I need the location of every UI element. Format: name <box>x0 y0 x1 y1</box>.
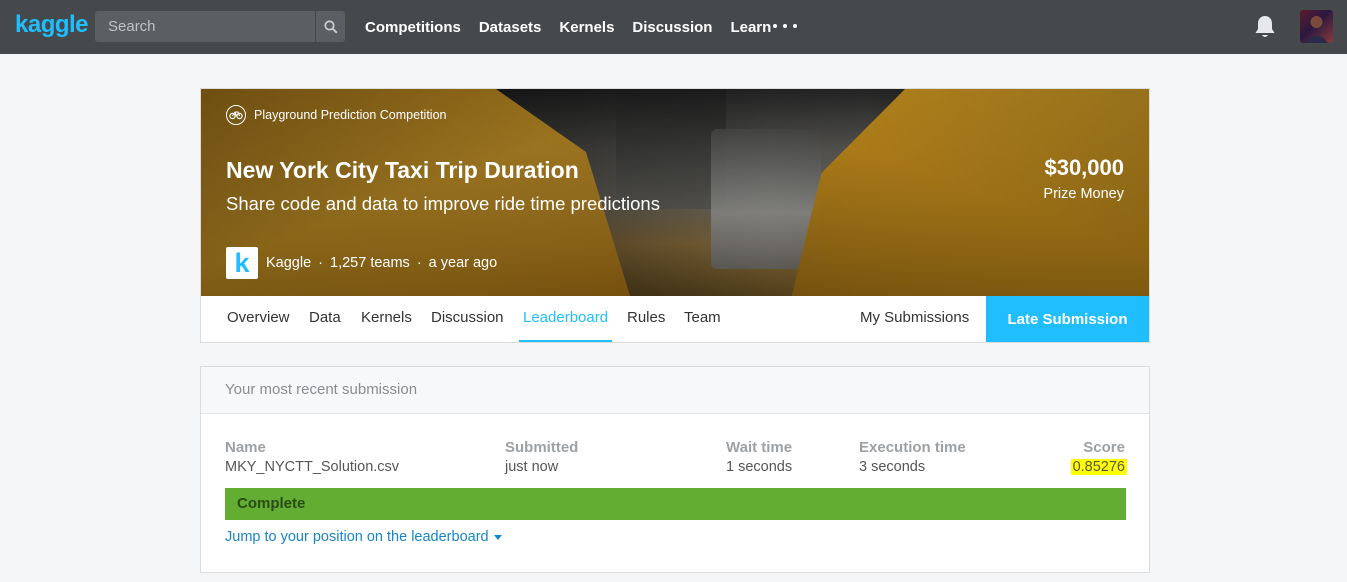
ellipsis-icon[interactable] <box>773 16 797 36</box>
card-title: Your most recent submission <box>225 381 418 398</box>
nav-link-discussion[interactable]: Discussion <box>632 19 712 36</box>
my-submissions-link[interactable]: My Submissions <box>860 296 969 342</box>
card-header: Your most recent submission <box>201 367 1149 414</box>
search-box[interactable] <box>95 11 345 42</box>
jump-link-label[interactable]: Jump to your position on the leaderboard <box>225 529 489 545</box>
submission-score: 0.85276 <box>1070 459 1127 475</box>
late-submission-button[interactable]: Late Submission <box>986 296 1149 342</box>
tab-kernels[interactable]: Kernels <box>361 296 412 342</box>
team-count[interactable]: 1,257 teams <box>330 255 410 271</box>
nav-link-kernels[interactable]: Kernels <box>559 19 614 36</box>
competition-tabs: Overview Data Kernels Discussion Leaderb… <box>201 296 1149 342</box>
bell-icon[interactable] <box>1253 14 1277 40</box>
prize-amount: $30,000 <box>1044 155 1124 180</box>
competition-subtitle: Share code and data to improve ride time… <box>226 193 660 214</box>
nav-link-learn[interactable]: Learn <box>730 19 771 36</box>
host-logo[interactable]: k <box>226 247 258 279</box>
competition-type: Playground Prediction Competition <box>226 105 446 125</box>
search-button[interactable] <box>315 11 345 42</box>
column-header-name: Name <box>225 439 266 456</box>
prize-label: Prize Money <box>1043 186 1124 202</box>
submission-wait-time: 1 seconds <box>726 459 793 475</box>
column-header-wait-time: Wait time <box>726 439 793 456</box>
recent-submission-card: Your most recent submission Name Submitt… <box>200 366 1150 573</box>
competition-title: New York City Taxi Trip Duration <box>226 157 579 183</box>
bicycle-icon <box>226 105 246 125</box>
main-nav-links: Competitions Datasets Kernels Discussion… <box>365 0 789 54</box>
tab-discussion[interactable]: Discussion <box>431 296 504 342</box>
nav-link-datasets[interactable]: Datasets <box>479 19 542 36</box>
host-info: k Kaggle · 1,257 teams · a year ago <box>226 247 497 279</box>
host-name[interactable]: Kaggle <box>266 255 311 271</box>
competition-type-label: Playground Prediction Competition <box>254 108 447 122</box>
status-label: Complete <box>237 495 306 512</box>
tab-rules[interactable]: Rules <box>627 296 665 342</box>
competition-age: a year ago <box>428 255 498 271</box>
column-header-score: Score <box>1083 439 1125 456</box>
jump-to-leaderboard-link[interactable]: Jump to your position on the leaderboard <box>225 529 502 545</box>
submission-time: just now <box>505 459 559 475</box>
column-header-execution-time: Execution time <box>859 439 966 456</box>
tab-overview[interactable]: Overview <box>227 296 290 342</box>
status-bar: Complete <box>225 488 1126 520</box>
kaggle-logo[interactable]: kaggle <box>15 11 89 39</box>
competition-header: Playground Prediction Competition New Yo… <box>200 88 1150 343</box>
search-input[interactable] <box>95 11 315 42</box>
top-navigation-bar: kaggle Competitions Datasets Kernels Dis… <box>0 0 1347 54</box>
tab-data[interactable]: Data <box>309 296 341 342</box>
caret-down-icon <box>493 534 502 540</box>
avatar[interactable] <box>1300 10 1333 43</box>
submission-file-name: MKY_NYCTT_Solution.csv <box>225 459 400 475</box>
submission-execution-time: 3 seconds <box>859 459 926 475</box>
separator: · <box>416 255 422 271</box>
separator: · <box>318 255 323 271</box>
search-icon <box>323 19 338 34</box>
tab-leaderboard[interactable]: Leaderboard <box>519 296 613 342</box>
avatar-image <box>1305 16 1328 43</box>
nav-link-competitions[interactable]: Competitions <box>365 19 461 36</box>
competition-banner: Playground Prediction Competition New Yo… <box>201 89 1149 296</box>
column-header-submitted: Submitted <box>505 439 579 456</box>
tab-team[interactable]: Team <box>684 296 721 342</box>
